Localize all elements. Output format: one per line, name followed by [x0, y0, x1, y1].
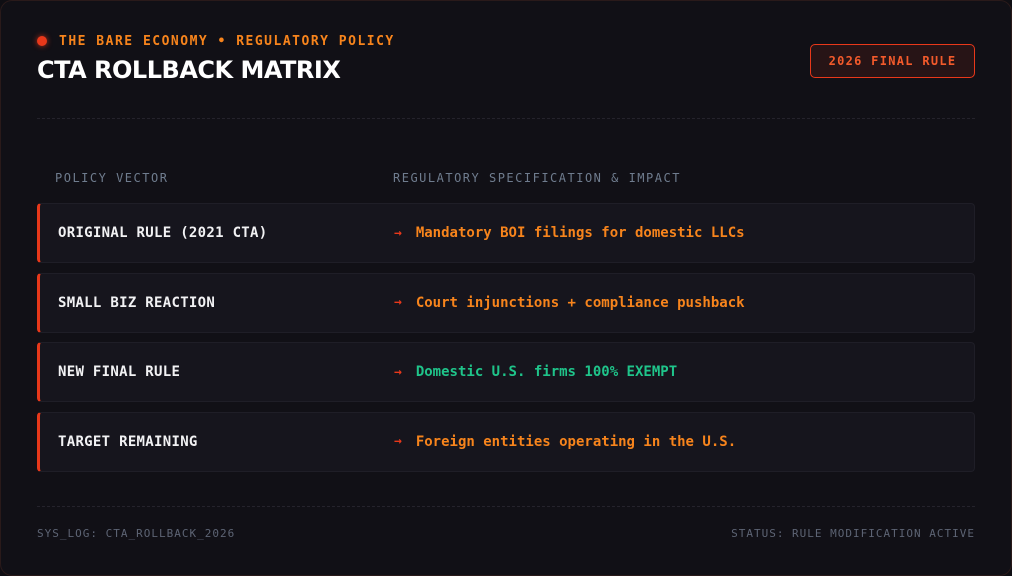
row-label: NEW FINAL RULE [58, 364, 181, 380]
slide-frame: THE BARE ECONOMY • REGULATORY POLICY CTA… [0, 0, 1012, 576]
matrix-row-original-rule: ORIGINAL RULE (2021 CTA) → Mandatory BOI… [37, 203, 975, 263]
arrow-right-icon: → [394, 364, 402, 380]
row-impact: → Mandatory BOI filings for domestic LLC… [394, 204, 745, 262]
footer-log-id: SYS_LOG: CTA_ROLLBACK_2026 [37, 527, 236, 540]
live-dot-icon [37, 36, 47, 46]
arrow-right-icon: → [394, 434, 402, 449]
footer-divider [37, 506, 975, 507]
matrix-rows: ORIGINAL RULE (2021 CTA) → Mandatory BOI… [37, 203, 975, 481]
kicker-text: THE BARE ECONOMY • REGULATORY POLICY [59, 33, 395, 49]
arrow-right-icon: → [394, 225, 402, 241]
matrix-row-new-final-rule: NEW FINAL RULE → Domestic U.S. firms 100… [37, 342, 975, 402]
matrix-row-small-biz-reaction: SMALL BIZ REACTION → Court injunctions +… [37, 272, 975, 333]
impact-text: Domestic U.S. firms 100% EXEMPT [415, 364, 678, 380]
footer-status: STATUS: RULE MODIFICATION ACTIVE [731, 527, 975, 540]
matrix-row-target-remaining: TARGET REMAINING → Foreign entities oper… [37, 411, 975, 472]
column-header-specification: REGULATORY SPECIFICATION & IMPACT [393, 171, 681, 185]
column-header-policy-vector: POLICY VECTOR [55, 171, 169, 185]
header-divider [37, 118, 975, 119]
impact-text: Court injunctions + compliance pushback [415, 294, 745, 311]
row-impact: → Foreign entities operating in the U.S. [394, 413, 736, 471]
row-impact: → Court injunctions + compliance pushbac… [394, 274, 745, 332]
impact-text: Foreign entities operating in the U.S. [415, 433, 737, 450]
row-label: TARGET REMAINING [58, 433, 198, 450]
final-rule-badge: 2026 FINAL RULE [810, 44, 975, 78]
row-label: SMALL BIZ REACTION [58, 294, 216, 311]
row-impact: → Domestic U.S. firms 100% EXEMPT [394, 343, 677, 401]
arrow-right-icon: → [394, 295, 402, 310]
row-label: ORIGINAL RULE (2021 CTA) [58, 225, 268, 241]
impact-text: Mandatory BOI filings for domestic LLCs [415, 225, 745, 241]
